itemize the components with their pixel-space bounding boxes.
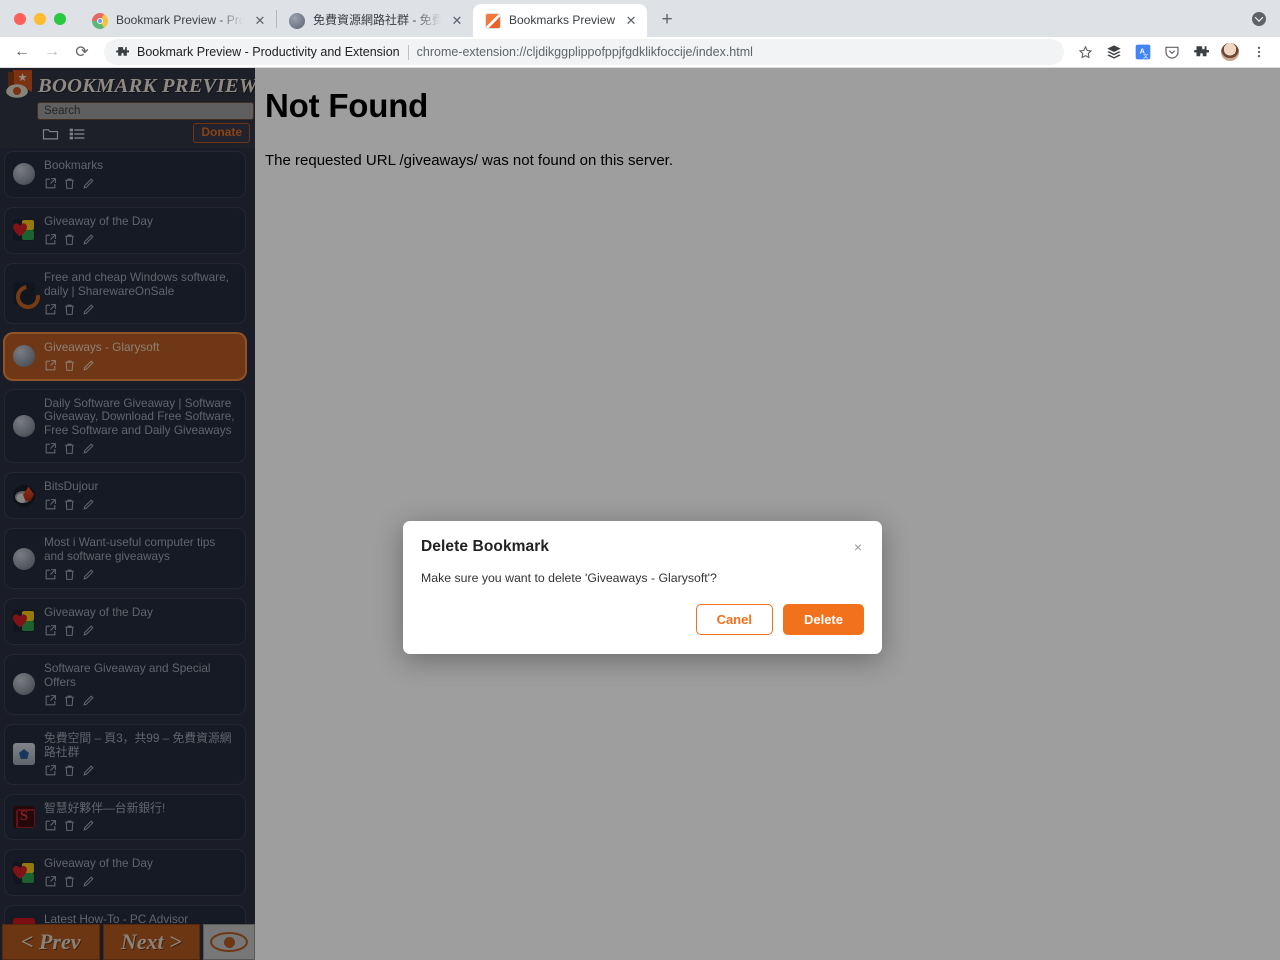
chrome-icon [92, 12, 108, 29]
tab-title: Bookmarks Preview [509, 13, 616, 27]
address-bar[interactable]: Bookmark Preview - Productivity and Exte… [104, 39, 1064, 65]
cancel-button[interactable]: Canel [695, 604, 773, 635]
omnibox-divider [407, 44, 409, 60]
dialog-header: Delete Bookmark × [403, 521, 882, 556]
close-icon[interactable]: ✕ [252, 13, 268, 29]
chrome-menu-icon[interactable] [1246, 39, 1272, 65]
close-icon[interactable]: ✕ [623, 13, 639, 29]
reload-button[interactable]: ⟳ [68, 38, 96, 66]
tab-strip: Bookmark Preview - Productivity and Exte… [0, 0, 1280, 37]
delete-bookmark-dialog: Delete Bookmark × Make sure you want to … [403, 521, 882, 654]
toolbar-icons: A 文 [1072, 39, 1272, 65]
close-icon[interactable]: ✕ [449, 13, 465, 29]
avatar [1221, 43, 1239, 61]
tab-title: 免費資源網路社群 - 免費資源指南 [313, 13, 441, 27]
new-tab-button[interactable]: + [653, 6, 681, 34]
extension-puzzle-icon [116, 46, 129, 56]
maximize-window-button[interactable] [54, 12, 66, 25]
globe-icon [289, 12, 305, 29]
bookmark-star-icon[interactable] [1072, 39, 1098, 65]
close-icon[interactable]: × [846, 538, 864, 556]
page-content: Not Found The requested URL /giveaways/ … [0, 68, 1280, 960]
tab-title: Bookmark Preview - Productivity and Exte… [116, 13, 244, 27]
close-window-button[interactable] [14, 12, 26, 25]
delete-button[interactable]: Delete [782, 604, 864, 635]
modal-overlay[interactable] [0, 68, 1280, 960]
dialog-title: Delete Bookmark [421, 538, 550, 555]
minimize-window-button[interactable] [34, 12, 46, 25]
chevron-down-icon [1252, 12, 1266, 26]
browser-window: Bookmark Preview - Productivity and Exte… [0, 0, 1280, 960]
dialog-actions: Canel Delete [403, 585, 882, 654]
tab-free-resource-community[interactable]: 免費資源網路社群 - 免費資源指南 ✕ [277, 4, 473, 37]
tab-bookmarks-preview[interactable]: Bookmarks Preview ✕ [473, 4, 648, 37]
profile-avatar[interactable] [1217, 39, 1243, 65]
omnibox-extension-name: Bookmark Preview - Productivity and Exte… [137, 45, 400, 59]
omnibox-url: chrome-extension://cljdikggplippofppjfgd… [416, 45, 753, 59]
tab-bookmark-preview-productivity[interactable]: Bookmark Preview - Productivity and Exte… [80, 4, 276, 37]
dialog-message: Make sure you want to delete 'Giveaways … [421, 571, 717, 585]
window-traffic-lights [10, 0, 80, 37]
translate-icon[interactable]: A 文 [1130, 39, 1156, 65]
puzzle-extensions-icon[interactable] [1188, 39, 1214, 65]
tab-search-button[interactable] [1248, 8, 1270, 30]
layers-icon[interactable] [1101, 39, 1127, 65]
back-button[interactable]: ← [8, 38, 36, 66]
forward-button[interactable]: → [38, 38, 66, 66]
pocket-icon[interactable] [1159, 39, 1185, 65]
browser-toolbar: ← → ⟳ Bookmark Preview - Productivity an… [0, 37, 1280, 68]
extension-icon [485, 12, 501, 29]
